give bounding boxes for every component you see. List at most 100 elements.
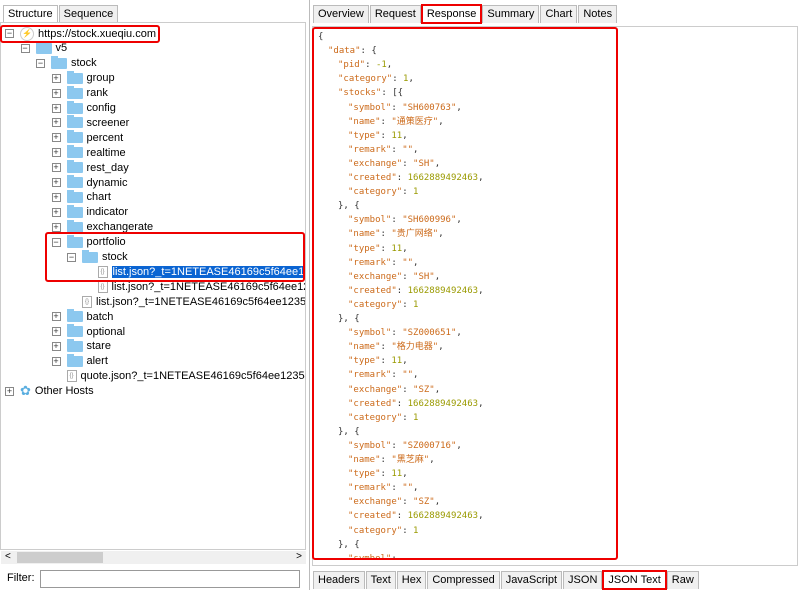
json-value: -1 xyxy=(375,60,387,71)
json-punct: , xyxy=(434,158,441,169)
host-bolt-icon: ⚡ xyxy=(20,26,34,41)
json-line: "exchange": "SZ", xyxy=(348,495,440,509)
tree-item[interactable]: + dynamic xyxy=(51,175,127,190)
json-key: "category" xyxy=(348,412,403,423)
filter-input[interactable] xyxy=(40,570,300,588)
tree-item[interactable]: + exchangerate xyxy=(51,219,153,235)
tab-summary[interactable]: Summary xyxy=(482,5,540,23)
scrollbar-thumb[interactable] xyxy=(17,552,103,563)
expand-icon[interactable]: + xyxy=(51,73,61,83)
collapse-icon[interactable]: − xyxy=(20,43,30,53)
tree-item[interactable]: {} list.json?_t=1NETEASE46169c5f64ee123 xyxy=(83,264,305,279)
tab-chart[interactable]: Chart xyxy=(540,5,578,23)
tree-item[interactable]: − ⚡ https://stock.xueqiu.com xyxy=(5,26,156,41)
expand-icon[interactable]: + xyxy=(51,88,61,98)
tab-json[interactable]: JSON xyxy=(563,571,603,589)
expand-icon[interactable]: + xyxy=(51,222,61,232)
tree-item[interactable]: − stock xyxy=(67,249,128,265)
folder-icon xyxy=(66,175,83,188)
json-punct: , xyxy=(438,342,444,353)
expand-icon[interactable]: + xyxy=(51,163,61,173)
tree-item[interactable]: + chart xyxy=(51,189,111,205)
scroll-left-icon[interactable]: < xyxy=(5,551,11,562)
json-line: "exchange": "SH", xyxy=(348,270,440,284)
tree-item[interactable]: + config xyxy=(51,100,116,116)
collapse-icon[interactable]: − xyxy=(67,252,76,262)
json-punct: : xyxy=(402,187,414,198)
json-punct: : xyxy=(391,328,403,339)
tree-item[interactable]: + optional xyxy=(51,324,125,339)
json-punct: : xyxy=(402,158,414,169)
tab-javascript[interactable]: JavaScript xyxy=(500,571,563,589)
expand-icon[interactable]: + xyxy=(51,207,61,217)
expand-icon[interactable]: + xyxy=(51,312,61,322)
tab-compressed[interactable]: Compressed xyxy=(427,571,500,589)
tab-request[interactable]: Request xyxy=(369,5,421,23)
tree-item[interactable]: − portfolio xyxy=(51,234,126,250)
tab-json-text[interactable]: JSON Text xyxy=(602,570,667,590)
json-punct: }, { xyxy=(338,539,360,550)
tab-overview[interactable]: Overview xyxy=(313,5,369,23)
tree-item-label: batch xyxy=(86,310,114,323)
tree-item[interactable]: − v5 xyxy=(20,40,67,56)
expand-icon[interactable]: + xyxy=(51,341,61,351)
tree-item[interactable]: + screener xyxy=(51,115,129,130)
json-punct: : xyxy=(365,60,376,71)
expand-icon[interactable]: + xyxy=(51,192,61,202)
json-punct: { xyxy=(318,32,324,42)
expand-icon[interactable]: + xyxy=(51,148,61,158)
tree-item[interactable]: + rest_day xyxy=(51,160,129,175)
json-value: "通策医疗" xyxy=(391,116,439,127)
json-key: "remark" xyxy=(348,370,392,381)
tree-item[interactable]: + batch xyxy=(51,309,114,324)
expand-icon[interactable]: + xyxy=(51,133,61,143)
tab-headers[interactable]: Headers xyxy=(313,571,365,589)
json-file-icon: {} xyxy=(97,280,108,293)
json-line: "category": 1 xyxy=(348,524,418,538)
scroll-right-icon[interactable]: > xyxy=(296,551,302,562)
tab-hex[interactable]: Hex xyxy=(396,571,427,589)
expand-icon[interactable]: + xyxy=(51,103,61,113)
json-value: "SZ" xyxy=(413,384,435,395)
expand-icon[interactable]: + xyxy=(51,327,61,336)
expand-icon[interactable]: + xyxy=(51,356,61,366)
tab-raw[interactable]: Raw xyxy=(666,571,699,589)
tree-item[interactable]: {} list.json?_t=1NETEASE46169c5f64ee123 xyxy=(83,279,306,294)
json-punct: , xyxy=(456,440,462,451)
tree-item[interactable]: + alert xyxy=(51,353,108,369)
tree-item[interactable]: + rank xyxy=(51,85,108,101)
json-text-view[interactable]: {"data": {"pid": -1, "category": 1, "stock… xyxy=(314,29,616,559)
tab-notes[interactable]: Notes xyxy=(578,5,618,23)
structure-tree[interactable]: − ⚡ https://stock.xueqiu.com − v5− stock + grou… xyxy=(0,22,306,550)
folder-icon xyxy=(66,145,83,159)
json-value: "SZ000651" xyxy=(402,328,457,339)
tree-item[interactable]: + percent xyxy=(51,130,123,145)
expand-icon[interactable]: + xyxy=(51,178,61,187)
tree-item[interactable]: {} list.json?_t=1NETEASE46169c5f64ee12354… xyxy=(67,294,305,309)
tab-structure[interactable]: Structure xyxy=(3,5,58,23)
tree-item[interactable]: + realtime xyxy=(51,145,126,160)
tree-item[interactable]: {} quote.json?_t=1NETEASE46169c5f64ee1235… xyxy=(52,369,305,384)
structure-pane: Structure Sequence − ⚡ https://stock.xueqiu… xyxy=(0,0,310,590)
collapse-icon[interactable]: − xyxy=(36,58,45,68)
tree-item[interactable]: + indicator xyxy=(51,204,128,220)
json-line: "data": { xyxy=(328,44,377,58)
tab-sequence[interactable]: Sequence xyxy=(58,5,119,23)
tab-text[interactable]: Text xyxy=(365,571,396,589)
tree-item[interactable]: − stock xyxy=(36,55,97,71)
json-punct: : xyxy=(391,102,403,113)
tree-item-label: list.json?_t=1NETEASE46169c5f64ee123 xyxy=(111,280,306,293)
tree-item[interactable]: + ✿ Other Hosts xyxy=(5,383,94,399)
json-punct: : [{ xyxy=(381,88,404,99)
expand-icon[interactable]: + xyxy=(51,118,61,128)
collapse-icon[interactable]: − xyxy=(5,29,14,38)
collapse-icon[interactable]: − xyxy=(51,237,61,247)
tree-item[interactable]: + group xyxy=(51,70,115,86)
json-line: "type": 11, xyxy=(348,467,408,481)
tree-item[interactable]: + stare xyxy=(51,338,111,354)
json-key: "type" xyxy=(348,130,381,141)
expand-icon[interactable]: + xyxy=(5,386,14,396)
tree-horizontal-scrollbar[interactable]: < > xyxy=(1,551,306,564)
tab-response[interactable]: Response xyxy=(420,4,483,24)
json-line: "symbol": xyxy=(348,552,402,559)
